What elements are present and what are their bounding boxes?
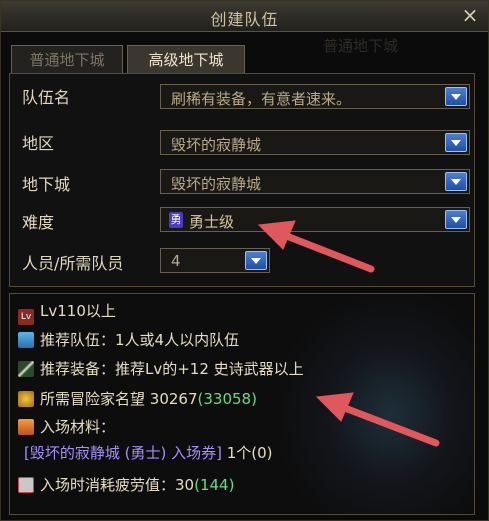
difficulty-label: 难度	[22, 213, 55, 232]
level-icon: Lv	[18, 309, 34, 325]
entry-material: 入场材料：	[18, 416, 115, 437]
region-label: 地区	[22, 134, 55, 153]
team-name-label: 队伍名	[22, 88, 71, 107]
fatigue-current: (144)	[194, 476, 235, 494]
fame-icon	[18, 391, 34, 407]
dungeon-select[interactable]: 毁坏的寂静城	[160, 169, 470, 194]
region-select[interactable]: 毁坏的寂静城	[160, 130, 470, 155]
fame-label: 所需冒险家名望	[40, 390, 146, 408]
fatigue-icon	[18, 477, 34, 493]
members-select[interactable]: 4	[160, 248, 270, 273]
window-title: 创建队伍	[210, 10, 279, 29]
tab-advanced-dungeon[interactable]: 高级地下城	[127, 45, 245, 73]
warrior-difficulty-icon: 勇	[169, 212, 183, 228]
title-bar[interactable]: 创建队伍 ×	[1, 1, 488, 32]
recommend-team: 推荐队伍：1人或4人以内队伍	[18, 329, 239, 350]
tab-normal-dungeon[interactable]: 普通地下城	[11, 45, 123, 73]
team-name-value: 刷稀有装备，有意者速来。	[171, 90, 352, 108]
team-form: 队伍名 刷稀有装备，有意者速来。 地区 毁坏的寂静城 地下城 毁坏的寂静城 难度…	[9, 73, 475, 287]
level-text: Lv110以上	[40, 302, 116, 320]
fatigue-label: 入场时消耗疲劳值：	[40, 476, 176, 494]
difficulty-select[interactable]: 勇 勇士级	[160, 207, 470, 232]
region-value: 毁坏的寂静城	[171, 136, 262, 154]
party-icon	[18, 332, 34, 348]
background-art	[280, 294, 474, 514]
ticket-count: 1个(0)	[226, 444, 273, 462]
recommend-team-text: 推荐队伍：1人或4人以内队伍	[40, 331, 240, 349]
dropdown-arrow-icon[interactable]	[445, 87, 467, 106]
recommend-gear-text: 推荐装备：推荐Lv的+12 史诗武器以上	[40, 360, 304, 378]
fame-required: 30267	[149, 390, 198, 408]
ticket-name[interactable]: [毁坏的寂静城 (勇士) 入场券]	[24, 444, 222, 462]
material-label: 入场材料：	[40, 418, 116, 436]
members-value: 4	[171, 252, 181, 270]
team-name-select[interactable]: 刷稀有装备，有意者速来。	[160, 84, 470, 109]
dropdown-arrow-icon[interactable]	[445, 172, 467, 191]
sword-icon	[18, 361, 34, 377]
material-icon	[18, 419, 34, 435]
close-icon[interactable]: ×	[460, 4, 480, 26]
dungeon-value: 毁坏的寂静城	[171, 175, 262, 193]
fame-current: (33058)	[197, 390, 257, 408]
fame-requirement: 所需冒险家名望 30267(33058)	[18, 388, 257, 409]
dungeon-info-panel: Lv Lv110以上 推荐队伍：1人或4人以内队伍 推荐装备：推荐Lv的+12 史…	[9, 293, 475, 515]
level-requirement: Lv Lv110以上	[18, 300, 116, 325]
recommend-gear: 推荐装备：推荐Lv的+12 史诗武器以上	[18, 358, 304, 379]
difficulty-value: 勇士级	[189, 213, 235, 231]
entry-ticket: [毁坏的寂静城 (勇士) 入场券] 1个(0)	[24, 442, 273, 463]
fatigue-value: 30	[175, 476, 195, 494]
dropdown-arrow-icon[interactable]	[245, 251, 267, 270]
dungeon-label: 地下城	[22, 175, 71, 194]
dropdown-arrow-icon[interactable]	[445, 210, 467, 229]
members-label: 人员/所需队员	[22, 254, 124, 273]
background-tab-label: 普通地下城	[323, 37, 399, 55]
fatigue-cost: 入场时消耗疲劳值：30(144)	[18, 474, 234, 495]
create-team-window: 创建队伍 × 普通地下城 普通地下城 高级地下城 队伍名 刷稀有装备，有意者速来…	[0, 0, 489, 521]
dropdown-arrow-icon[interactable]	[445, 133, 467, 152]
